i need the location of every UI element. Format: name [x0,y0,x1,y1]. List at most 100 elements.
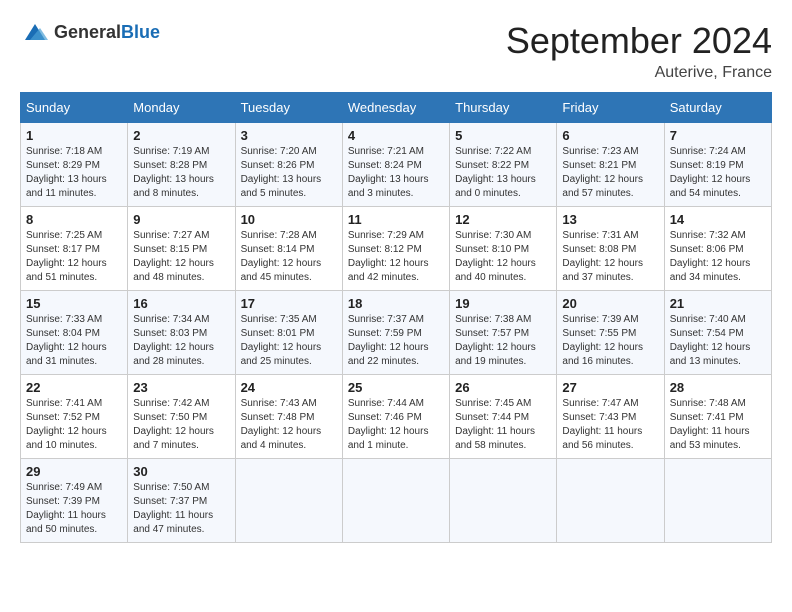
calendar-cell: 17 Sunrise: 7:35 AMSunset: 8:01 PMDayligh… [235,291,342,375]
day-number: 15 [26,296,122,311]
calendar-cell: 11 Sunrise: 7:29 AMSunset: 8:12 PMDayligh… [342,207,449,291]
day-info: Sunrise: 7:27 AMSunset: 8:15 PMDaylight:… [133,229,229,285]
calendar-header-tuesday: Tuesday [235,93,342,123]
day-number: 28 [670,380,766,395]
day-number: 2 [133,128,229,143]
day-info: Sunrise: 7:40 AMSunset: 7:54 PMDaylight:… [670,313,766,369]
page-header: GeneralBlue September 2024 Auterive, Fra… [20,20,772,82]
day-number: 10 [241,212,337,227]
calendar-week-row: 29 Sunrise: 7:49 AMSunset: 7:39 PMDayligh… [21,459,772,543]
calendar-cell: 23 Sunrise: 7:42 AMSunset: 7:50 PMDayligh… [128,375,235,459]
calendar-cell: 14 Sunrise: 7:32 AMSunset: 8:06 PMDayligh… [664,207,771,291]
day-number: 30 [133,464,229,479]
day-number: 27 [562,380,658,395]
day-info: Sunrise: 7:48 AMSunset: 7:41 PMDaylight:… [670,397,766,453]
calendar-header-saturday: Saturday [664,93,771,123]
day-info: Sunrise: 7:50 AMSunset: 7:37 PMDaylight:… [133,481,229,537]
day-info: Sunrise: 7:30 AMSunset: 8:10 PMDaylight:… [455,229,551,285]
day-number: 16 [133,296,229,311]
day-number: 19 [455,296,551,311]
day-number: 1 [26,128,122,143]
day-info: Sunrise: 7:31 AMSunset: 8:08 PMDaylight:… [562,229,658,285]
calendar-cell: 7 Sunrise: 7:24 AMSunset: 8:19 PMDaylight… [664,123,771,207]
day-info: Sunrise: 7:23 AMSunset: 8:21 PMDaylight:… [562,145,658,201]
calendar-cell: 2 Sunrise: 7:19 AMSunset: 8:28 PMDaylight… [128,123,235,207]
day-number: 17 [241,296,337,311]
day-info: Sunrise: 7:21 AMSunset: 8:24 PMDaylight:… [348,145,444,201]
day-number: 24 [241,380,337,395]
calendar-header-sunday: Sunday [21,93,128,123]
day-number: 11 [348,212,444,227]
calendar-cell: 19Sunrise: 7:38 AMSunset: 7:57 PMDayligh… [450,291,557,375]
calendar-cell [235,459,342,543]
calendar-cell: 28 Sunrise: 7:48 AMSunset: 7:41 PMDayligh… [664,375,771,459]
day-number: 25 [348,380,444,395]
day-info: Sunrise: 7:22 AMSunset: 8:22 PMDaylight:… [455,145,551,201]
calendar-cell: 20 Sunrise: 7:39 AMSunset: 7:55 PMDayligh… [557,291,664,375]
calendar-cell: 15 Sunrise: 7:33 AMSunset: 8:04 PMDayligh… [21,291,128,375]
calendar-cell: 8 Sunrise: 7:25 AMSunset: 8:17 PMDaylight… [21,207,128,291]
logo-general: General [54,22,121,42]
calendar-table: SundayMondayTuesdayWednesdayThursdayFrid… [20,92,772,543]
calendar-cell: 21 Sunrise: 7:40 AMSunset: 7:54 PMDayligh… [664,291,771,375]
day-info: Sunrise: 7:24 AMSunset: 8:19 PMDaylight:… [670,145,766,201]
day-info: Sunrise: 7:49 AMSunset: 7:39 PMDaylight:… [26,481,122,537]
location: Auterive, France [506,64,772,82]
day-number: 6 [562,128,658,143]
day-info: Sunrise: 7:37 AMSunset: 7:59 PMDaylight:… [348,313,444,369]
day-info: Sunrise: 7:28 AMSunset: 8:14 PMDaylight:… [241,229,337,285]
calendar-cell: 30 Sunrise: 7:50 AMSunset: 7:37 PMDayligh… [128,459,235,543]
day-info: Sunrise: 7:25 AMSunset: 8:17 PMDaylight:… [26,229,122,285]
calendar-cell [557,459,664,543]
calendar-cell: 5 Sunrise: 7:22 AMSunset: 8:22 PMDaylight… [450,123,557,207]
calendar-cell: 27Sunrise: 7:47 AMSunset: 7:43 PMDayligh… [557,375,664,459]
day-info: Sunrise: 7:41 AMSunset: 7:52 PMDaylight:… [26,397,122,453]
day-number: 4 [348,128,444,143]
day-number: 23 [133,380,229,395]
calendar-cell [664,459,771,543]
calendar-cell: 26Sunrise: 7:45 AMSunset: 7:44 PMDayligh… [450,375,557,459]
logo-blue: Blue [121,22,160,42]
day-number: 8 [26,212,122,227]
day-number: 20 [562,296,658,311]
calendar-week-row: 8 Sunrise: 7:25 AMSunset: 8:17 PMDaylight… [21,207,772,291]
calendar-cell: 29 Sunrise: 7:49 AMSunset: 7:39 PMDayligh… [21,459,128,543]
calendar-cell: 18 Sunrise: 7:37 AMSunset: 7:59 PMDayligh… [342,291,449,375]
day-info: Sunrise: 7:19 AMSunset: 8:28 PMDaylight:… [133,145,229,201]
day-number: 5 [455,128,551,143]
day-info: Sunrise: 7:39 AMSunset: 7:55 PMDaylight:… [562,313,658,369]
logo: GeneralBlue [20,20,160,44]
day-number: 9 [133,212,229,227]
logo-text: GeneralBlue [54,22,160,43]
day-number: 18 [348,296,444,311]
calendar-cell [450,459,557,543]
day-info: Sunrise: 7:35 AMSunset: 8:01 PMDaylight:… [241,313,337,369]
calendar-week-row: 1 Sunrise: 7:18 AMSunset: 8:29 PMDaylight… [21,123,772,207]
day-info: Sunrise: 7:43 AMSunset: 7:48 PMDaylight:… [241,397,337,453]
day-number: 7 [670,128,766,143]
calendar-week-row: 22Sunrise: 7:41 AMSunset: 7:52 PMDayligh… [21,375,772,459]
day-info: Sunrise: 7:33 AMSunset: 8:04 PMDaylight:… [26,313,122,369]
calendar-header-friday: Friday [557,93,664,123]
day-number: 14 [670,212,766,227]
day-number: 29 [26,464,122,479]
calendar-cell: 13Sunrise: 7:31 AMSunset: 8:08 PMDayligh… [557,207,664,291]
title-block: September 2024 Auterive, France [506,20,772,82]
day-number: 21 [670,296,766,311]
day-number: 3 [241,128,337,143]
calendar-cell: 3Sunrise: 7:20 AMSunset: 8:26 PMDaylight… [235,123,342,207]
calendar-cell: 6 Sunrise: 7:23 AMSunset: 8:21 PMDaylight… [557,123,664,207]
day-info: Sunrise: 7:34 AMSunset: 8:03 PMDaylight:… [133,313,229,369]
calendar-cell: 1 Sunrise: 7:18 AMSunset: 8:29 PMDaylight… [21,123,128,207]
day-info: Sunrise: 7:29 AMSunset: 8:12 PMDaylight:… [348,229,444,285]
calendar-cell: 16 Sunrise: 7:34 AMSunset: 8:03 PMDayligh… [128,291,235,375]
day-info: Sunrise: 7:32 AMSunset: 8:06 PMDaylight:… [670,229,766,285]
day-number: 26 [455,380,551,395]
day-info: Sunrise: 7:42 AMSunset: 7:50 PMDaylight:… [133,397,229,453]
calendar-cell: 12Sunrise: 7:30 AMSunset: 8:10 PMDayligh… [450,207,557,291]
calendar-header-row: SundayMondayTuesdayWednesdayThursdayFrid… [21,93,772,123]
calendar-cell [342,459,449,543]
calendar-cell: 24 Sunrise: 7:43 AMSunset: 7:48 PMDayligh… [235,375,342,459]
calendar-header-wednesday: Wednesday [342,93,449,123]
day-info: Sunrise: 7:18 AMSunset: 8:29 PMDaylight:… [26,145,122,201]
